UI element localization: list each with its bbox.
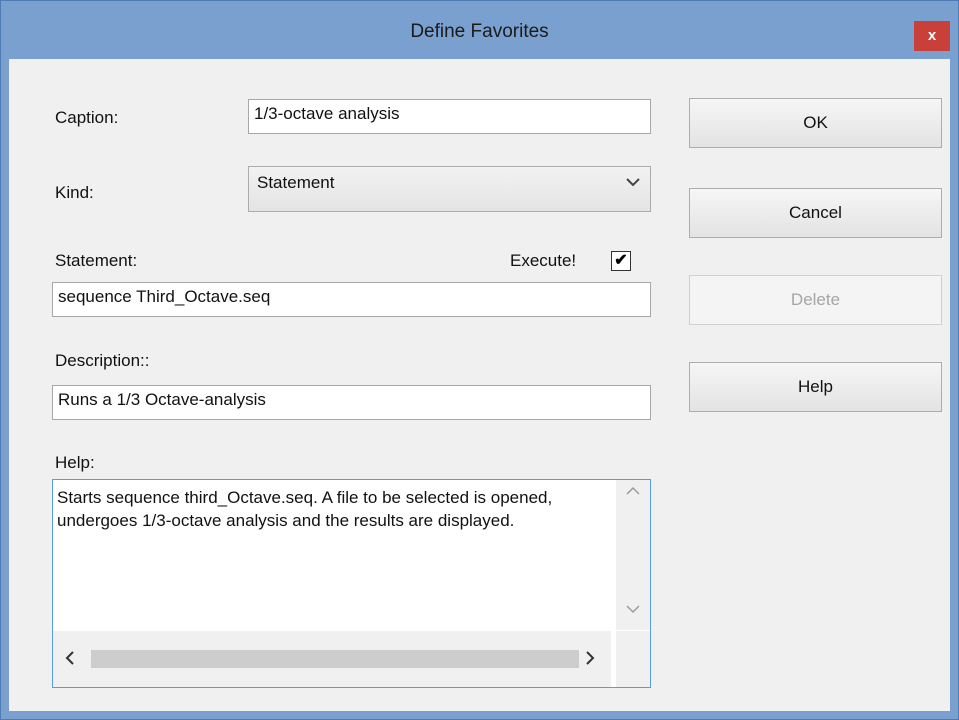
cancel-button[interactable]: Cancel [689,188,942,238]
description-label: Description:: [55,351,150,370]
chevron-down-icon[interactable] [616,602,650,617]
horizontal-scrollbar[interactable] [53,631,611,687]
scrollbar-corner [616,631,650,687]
description-input[interactable]: Runs a 1/3 Octave-analysis [52,385,651,420]
statement-label: Statement: [55,251,138,270]
help-textarea[interactable]: Starts sequence third_Octave.seq. A file… [52,479,651,688]
caption-label: Caption: [55,108,119,127]
help-text: Starts sequence third_Octave.seq. A file… [57,488,553,530]
kind-dropdown[interactable]: Statement [248,166,651,212]
execute-checkbox[interactable]: ✔ [611,251,631,271]
close-button[interactable]: x [914,21,950,51]
chevron-left-icon[interactable] [65,649,75,672]
window-title: Define Favorites [410,21,549,42]
kind-label: Kind: [55,183,94,202]
delete-button: Delete [689,275,942,325]
scrollbar-thumb[interactable] [91,650,579,668]
caption-input[interactable]: 1/3-octave analysis [248,99,651,134]
kind-selected-value: Statement [257,173,335,192]
help-label: Help: [55,453,95,472]
title-bar[interactable]: Define Favorites x [1,1,958,59]
chevron-right-icon[interactable] [585,649,595,672]
chevron-down-icon [626,174,640,191]
vertical-scrollbar[interactable] [616,480,650,630]
help-button[interactable]: Help [689,362,942,412]
statement-input[interactable]: sequence Third_Octave.seq [52,282,651,317]
execute-label: Execute! [510,251,577,270]
checkmark-icon: ✔ [614,252,628,269]
dialog-body: Caption: 1/3-octave analysis Kind: State… [9,59,950,711]
close-icon: x [927,27,937,44]
chevron-up-icon[interactable] [616,484,650,499]
ok-button[interactable]: OK [689,98,942,148]
define-favorites-dialog: Define Favorites x Caption: 1/3-octave a… [0,0,959,720]
